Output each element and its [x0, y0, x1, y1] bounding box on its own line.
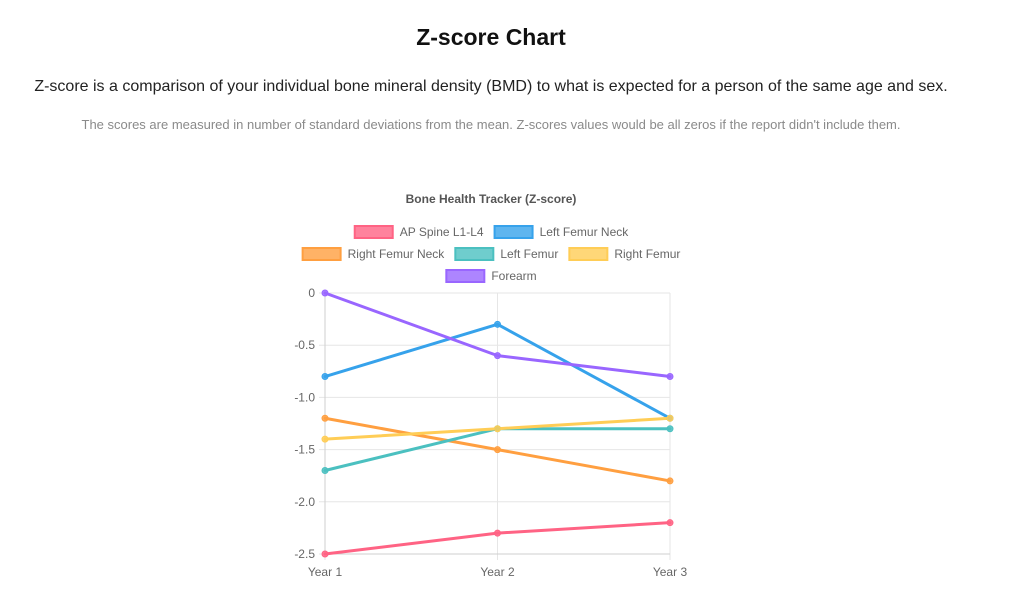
y-tick-label: -2.5: [294, 547, 315, 561]
legend-label: Forearm: [491, 269, 536, 283]
data-point[interactable]: [666, 425, 674, 433]
legend-label: Left Femur: [500, 247, 558, 261]
data-point[interactable]: [321, 466, 329, 474]
data-point[interactable]: [494, 425, 501, 433]
y-tick-label: 0: [308, 286, 315, 300]
legend-swatch: [353, 225, 394, 239]
data-point[interactable]: [666, 373, 674, 381]
data-point[interactable]: [494, 352, 501, 360]
data-point[interactable]: [321, 414, 329, 422]
y-tick-label: -1.0: [294, 390, 315, 404]
y-tick-label: -1.5: [294, 443, 315, 457]
legend-swatch: [493, 225, 534, 239]
legend-item[interactable]: Left Femur Neck: [493, 225, 630, 239]
zscore-line-chart: Bone Health Tracker (Z-score) 0 -0.5 -1.0 -…: [294, 192, 688, 579]
data-point[interactable]: [494, 446, 501, 454]
legend[interactable]: AP Spine L1-L4 Left Femur Neck Right Femur…: [301, 225, 681, 283]
data-point[interactable]: [494, 320, 501, 328]
legend-swatch: [454, 247, 495, 261]
x-tick-label: Year 1: [308, 565, 343, 579]
data-point[interactable]: [666, 519, 674, 527]
data-point[interactable]: [321, 550, 329, 558]
legend-label: AP Spine L1-L4: [400, 225, 484, 239]
x-tick-label: Year 2: [480, 565, 515, 579]
legend-item[interactable]: Right Femur: [568, 247, 680, 261]
legend-item[interactable]: Forearm: [445, 269, 537, 283]
legend-item[interactable]: Right Femur Neck: [301, 247, 446, 261]
legend-label: Right Femur Neck: [348, 247, 446, 261]
data-point[interactable]: [321, 373, 329, 381]
legend-label: Left Femur Neck: [540, 225, 630, 239]
data-point[interactable]: [666, 414, 674, 422]
data-point[interactable]: [666, 477, 674, 485]
data-point[interactable]: [494, 529, 501, 537]
legend-swatch: [568, 247, 609, 261]
chart-title: Bone Health Tracker (Z-score): [406, 192, 577, 206]
legend-swatch: [445, 269, 486, 283]
data-point[interactable]: [321, 289, 329, 297]
legend-label: Right Femur: [614, 247, 680, 261]
legend-item[interactable]: AP Spine L1-L4: [353, 225, 484, 239]
legend-item[interactable]: Left Femur: [454, 247, 558, 261]
y-tick-label: -2.0: [294, 495, 315, 509]
data-point[interactable]: [321, 435, 329, 443]
x-tick-label: Year 3: [653, 565, 688, 579]
legend-swatch: [301, 247, 342, 261]
y-tick-label: -0.5: [294, 338, 315, 352]
